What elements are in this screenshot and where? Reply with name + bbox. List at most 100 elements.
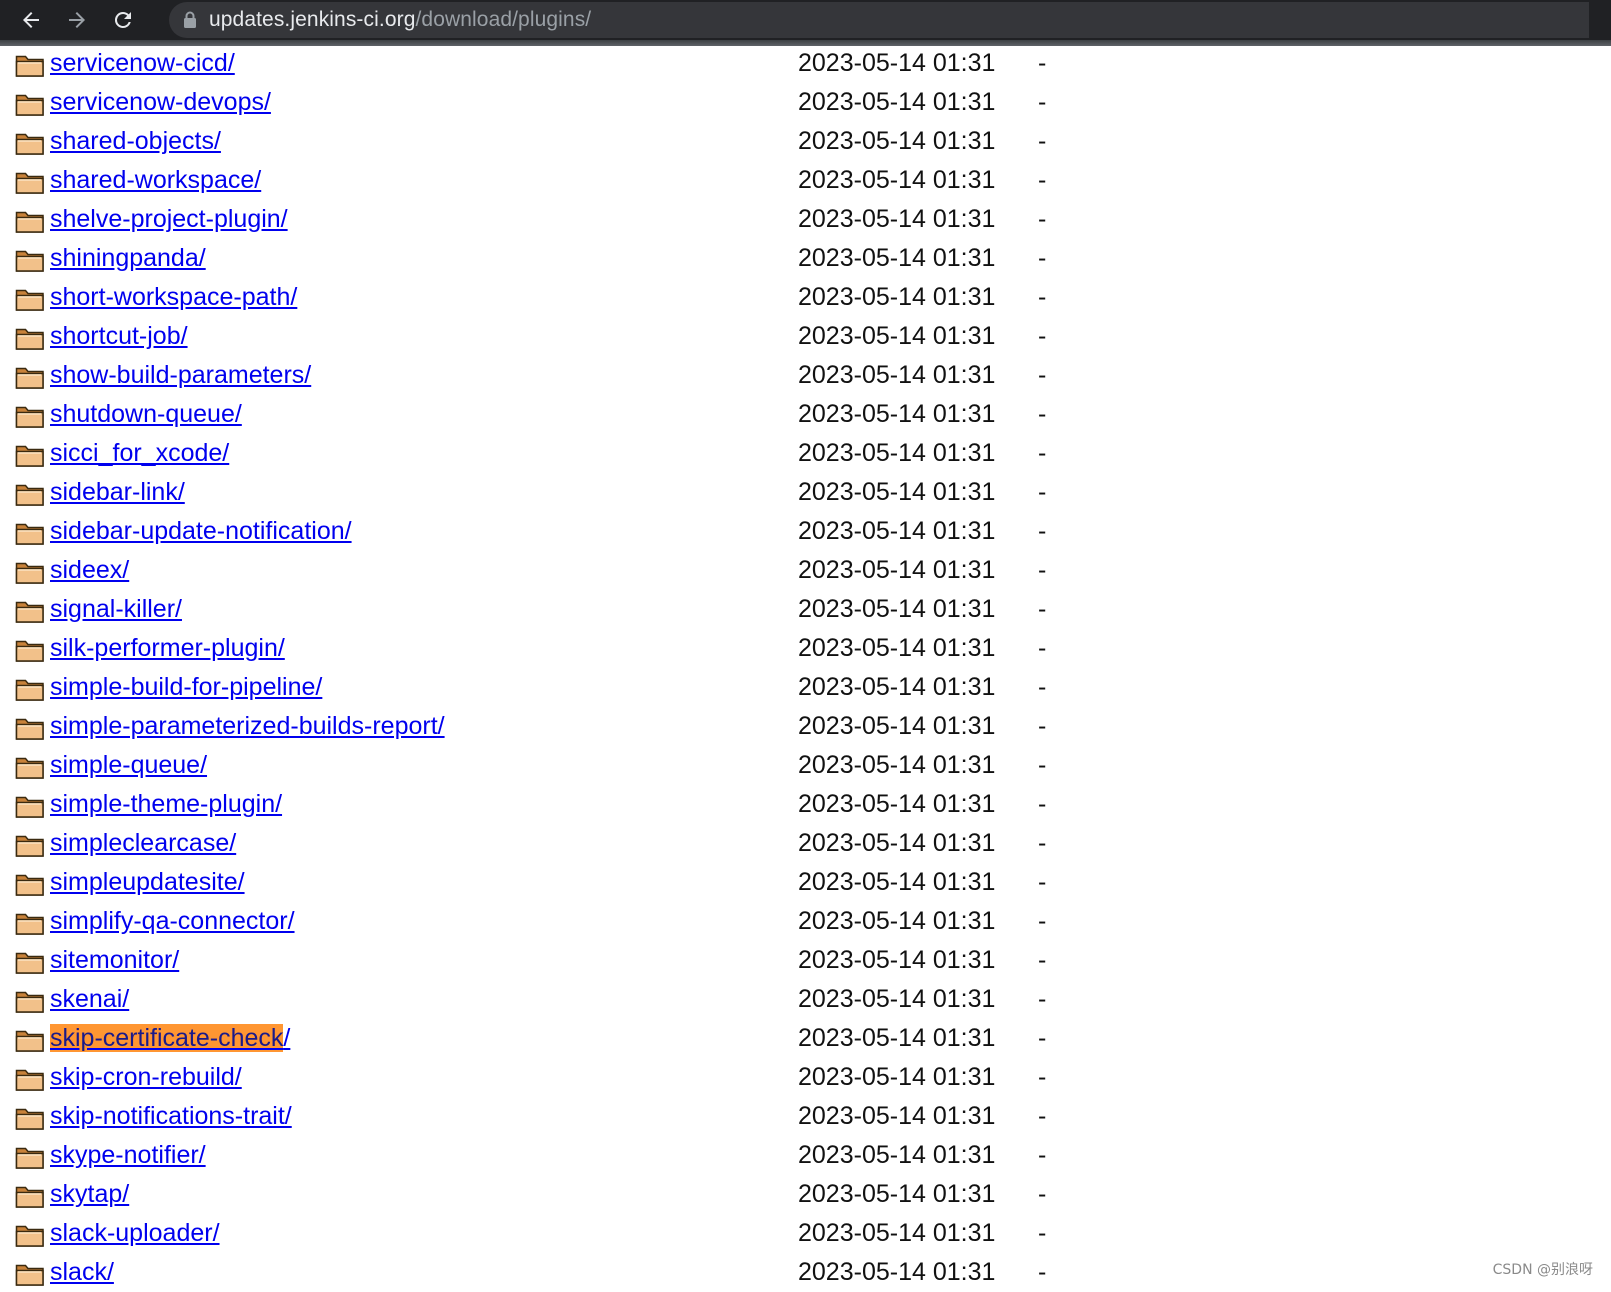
table-row: sitemonitor/2023-05-14 01:31- (0, 941, 1611, 980)
table-row: sidebar-update-notification/2023-05-14 0… (0, 512, 1611, 551)
last-modified: 2023-05-14 01:31 (798, 827, 995, 859)
directory-link[interactable]: shutdown-queue/ (50, 398, 242, 430)
directory-listing: servicenow-cicd/2023-05-14 01:31-service… (0, 44, 1611, 1292)
table-row: skip-notifications-trait/2023-05-14 01:3… (0, 1097, 1611, 1136)
table-row: short-workspace-path/2023-05-14 01:31- (0, 278, 1611, 317)
directory-link[interactable]: skip-certificate-check/ (50, 1022, 290, 1054)
directory-link[interactable]: simple-parameterized-builds-report/ (50, 710, 445, 742)
last-modified: 2023-05-14 01:31 (798, 125, 995, 157)
folder-icon (15, 1066, 45, 1092)
folder-icon (15, 286, 45, 312)
table-row: skip-cron-rebuild/2023-05-14 01:31- (0, 1058, 1611, 1097)
folder-icon (15, 988, 45, 1014)
table-row: simpleupdatesite/2023-05-14 01:31- (0, 863, 1611, 902)
directory-link[interactable]: servicenow-cicd/ (50, 47, 235, 79)
directory-link[interactable]: skenai/ (50, 983, 129, 1015)
browser-toolbar: updates.jenkins-ci.org/download/plugins/ (0, 0, 1611, 40)
last-modified: 2023-05-14 01:31 (798, 1022, 995, 1054)
size-value: - (1038, 320, 1046, 352)
last-modified: 2023-05-14 01:31 (798, 1256, 995, 1288)
directory-link[interactable]: sideex/ (50, 554, 129, 586)
directory-link[interactable]: shared-objects/ (50, 125, 221, 157)
folder-icon (15, 754, 45, 780)
arrow-right-icon (65, 8, 89, 32)
directory-link[interactable]: simple-build-for-pipeline/ (50, 671, 322, 703)
table-row: simple-theme-plugin/2023-05-14 01:31- (0, 785, 1611, 824)
directory-link[interactable]: sicci_for_xcode/ (50, 437, 229, 469)
table-row: slack-uploader/2023-05-14 01:31- (0, 1214, 1611, 1253)
folder-icon (15, 520, 45, 546)
last-modified: 2023-05-14 01:31 (798, 1100, 995, 1132)
directory-link[interactable]: show-build-parameters/ (50, 359, 311, 391)
table-row: sidebar-link/2023-05-14 01:31 - (0, 473, 1611, 512)
last-modified: 2023-05-14 01:31 (798, 1217, 995, 1249)
directory-link[interactable]: shiningpanda/ (50, 242, 206, 274)
size-value: - (1038, 983, 1046, 1015)
folder-icon (15, 247, 45, 273)
size-value: - (1038, 1178, 1046, 1210)
directory-link[interactable]: slack-uploader/ (50, 1217, 220, 1249)
directory-link[interactable]: skype-notifier/ (50, 1139, 206, 1171)
last-modified: 2023-05-14 01:31 (798, 554, 995, 586)
directory-link[interactable]: skytap/ (50, 1178, 129, 1210)
folder-icon (15, 559, 45, 585)
last-modified: 2023-05-14 01:31 (798, 203, 995, 235)
directory-link[interactable]: simpleupdatesite/ (50, 866, 245, 898)
directory-link[interactable]: signal-killer/ (50, 593, 182, 625)
size-value: - (1038, 1256, 1046, 1288)
directory-link[interactable]: shortcut-job/ (50, 320, 188, 352)
directory-link[interactable]: simpleclearcase/ (50, 827, 236, 859)
last-modified: 2023-05-14 01:31 (798, 476, 995, 508)
directory-link[interactable]: silk-performer-plugin/ (50, 632, 285, 664)
directory-link[interactable]: simplify-qa-connector/ (50, 905, 295, 937)
lock-icon[interactable] (183, 11, 197, 29)
back-button[interactable] (13, 2, 49, 38)
directory-link[interactable]: sidebar-update-notification/ (50, 515, 352, 547)
size-value: - (1038, 86, 1046, 118)
reload-button[interactable] (105, 2, 141, 38)
directory-link[interactable]: sitemonitor/ (50, 944, 179, 976)
directory-link[interactable]: short-workspace-path/ (50, 281, 297, 313)
last-modified: 2023-05-14 01:31 (798, 515, 995, 547)
last-modified: 2023-05-14 01:31 (798, 632, 995, 664)
folder-icon (15, 1105, 45, 1131)
folder-icon (15, 130, 45, 156)
folder-icon (15, 442, 45, 468)
address-bar[interactable]: updates.jenkins-ci.org/download/plugins/ (169, 2, 1589, 38)
last-modified: 2023-05-14 01:31 (798, 86, 995, 118)
directory-link[interactable]: slack/ (50, 1256, 114, 1288)
last-modified: 2023-05-14 01:31 (798, 710, 995, 742)
folder-icon (15, 949, 45, 975)
directory-link[interactable]: simple-queue/ (50, 749, 207, 781)
size-value: - (1038, 515, 1046, 547)
size-value: - (1038, 476, 1046, 508)
url-host: updates.jenkins-ci.org (209, 8, 415, 31)
folder-icon (15, 871, 45, 897)
last-modified: 2023-05-14 01:31 (798, 905, 995, 937)
size-value: - (1038, 1061, 1046, 1093)
last-modified: 2023-05-14 01:31 (798, 1139, 995, 1171)
size-value: - (1038, 710, 1046, 742)
directory-link[interactable]: shared-workspace/ (50, 164, 261, 196)
last-modified: 2023-05-14 01:31 (798, 398, 995, 430)
table-row: servicenow-devops/2023-05-14 01:31 - (0, 83, 1611, 122)
folder-icon (15, 676, 45, 702)
folder-icon (15, 715, 45, 741)
folder-icon (15, 637, 45, 663)
directory-link[interactable]: skip-notifications-trait/ (50, 1100, 292, 1132)
size-value: - (1038, 359, 1046, 391)
directory-link[interactable]: simple-theme-plugin/ (50, 788, 282, 820)
forward-button[interactable] (59, 2, 95, 38)
directory-link[interactable]: servicenow-devops/ (50, 86, 271, 118)
directory-link[interactable]: sidebar-link/ (50, 476, 185, 508)
table-row: servicenow-cicd/2023-05-14 01:31- (0, 44, 1611, 83)
directory-link[interactable]: skip-cron-rebuild/ (50, 1061, 242, 1093)
folder-icon (15, 793, 45, 819)
folder-icon (15, 325, 45, 351)
size-value: - (1038, 1022, 1046, 1054)
directory-link[interactable]: shelve-project-plugin/ (50, 203, 288, 235)
last-modified: 2023-05-14 01:31 (798, 983, 995, 1015)
table-row: simple-queue/2023-05-14 01:31- (0, 746, 1611, 785)
size-value: - (1038, 203, 1046, 235)
last-modified: 2023-05-14 01:31 (798, 866, 995, 898)
